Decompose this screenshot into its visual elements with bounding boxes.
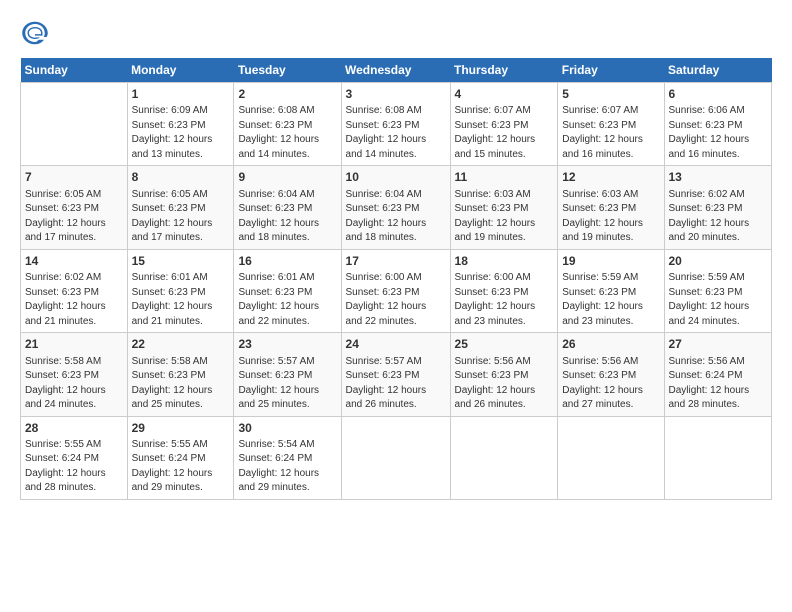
day-number: 30: [238, 420, 336, 437]
table-row: 29Sunrise: 5:55 AMSunset: 6:24 PMDayligh…: [127, 416, 234, 499]
table-row: 21Sunrise: 5:58 AMSunset: 6:23 PMDayligh…: [21, 333, 128, 416]
table-row: 12Sunrise: 6:03 AMSunset: 6:23 PMDayligh…: [558, 166, 664, 249]
day-number: 13: [669, 169, 768, 186]
table-row: [21, 83, 128, 166]
day-number: 21: [25, 336, 123, 353]
day-number: 4: [455, 86, 554, 103]
day-number: 6: [669, 86, 768, 103]
table-row: [664, 416, 772, 499]
table-row: [558, 416, 664, 499]
table-row: [450, 416, 558, 499]
table-row: 4Sunrise: 6:07 AMSunset: 6:23 PMDaylight…: [450, 83, 558, 166]
table-row: 1Sunrise: 6:09 AMSunset: 6:23 PMDaylight…: [127, 83, 234, 166]
day-number: 27: [669, 336, 768, 353]
day-number: 7: [25, 169, 123, 186]
header-cell-wednesday: Wednesday: [341, 58, 450, 83]
table-row: [341, 416, 450, 499]
table-row: 5Sunrise: 6:07 AMSunset: 6:23 PMDaylight…: [558, 83, 664, 166]
day-number: 1: [132, 86, 230, 103]
calendar-body: 1Sunrise: 6:09 AMSunset: 6:23 PMDaylight…: [21, 83, 772, 500]
table-row: 6Sunrise: 6:06 AMSunset: 6:23 PMDaylight…: [664, 83, 772, 166]
week-row-3: 14Sunrise: 6:02 AMSunset: 6:23 PMDayligh…: [21, 249, 772, 332]
table-row: 17Sunrise: 6:00 AMSunset: 6:23 PMDayligh…: [341, 249, 450, 332]
week-row-1: 1Sunrise: 6:09 AMSunset: 6:23 PMDaylight…: [21, 83, 772, 166]
day-number: 29: [132, 420, 230, 437]
week-row-5: 28Sunrise: 5:55 AMSunset: 6:24 PMDayligh…: [21, 416, 772, 499]
day-number: 23: [238, 336, 336, 353]
day-number: 28: [25, 420, 123, 437]
week-row-4: 21Sunrise: 5:58 AMSunset: 6:23 PMDayligh…: [21, 333, 772, 416]
table-header: SundayMondayTuesdayWednesdayThursdayFrid…: [21, 58, 772, 83]
day-number: 17: [346, 253, 446, 270]
table-row: 26Sunrise: 5:56 AMSunset: 6:23 PMDayligh…: [558, 333, 664, 416]
day-number: 26: [562, 336, 659, 353]
day-number: 3: [346, 86, 446, 103]
day-number: 15: [132, 253, 230, 270]
day-number: 16: [238, 253, 336, 270]
table-row: 24Sunrise: 5:57 AMSunset: 6:23 PMDayligh…: [341, 333, 450, 416]
day-number: 24: [346, 336, 446, 353]
table-row: 8Sunrise: 6:05 AMSunset: 6:23 PMDaylight…: [127, 166, 234, 249]
day-number: 12: [562, 169, 659, 186]
logo-icon: [20, 18, 50, 48]
header-cell-sunday: Sunday: [21, 58, 128, 83]
day-number: 22: [132, 336, 230, 353]
page: SundayMondayTuesdayWednesdayThursdayFrid…: [0, 0, 792, 612]
day-number: 5: [562, 86, 659, 103]
table-row: 28Sunrise: 5:55 AMSunset: 6:24 PMDayligh…: [21, 416, 128, 499]
table-row: 15Sunrise: 6:01 AMSunset: 6:23 PMDayligh…: [127, 249, 234, 332]
header-cell-monday: Monday: [127, 58, 234, 83]
day-number: 20: [669, 253, 768, 270]
day-number: 18: [455, 253, 554, 270]
table-row: 2Sunrise: 6:08 AMSunset: 6:23 PMDaylight…: [234, 83, 341, 166]
day-number: 2: [238, 86, 336, 103]
table-row: 13Sunrise: 6:02 AMSunset: 6:23 PMDayligh…: [664, 166, 772, 249]
logo: [20, 18, 53, 48]
table-row: 30Sunrise: 5:54 AMSunset: 6:24 PMDayligh…: [234, 416, 341, 499]
day-number: 25: [455, 336, 554, 353]
header-cell-thursday: Thursday: [450, 58, 558, 83]
table-row: 16Sunrise: 6:01 AMSunset: 6:23 PMDayligh…: [234, 249, 341, 332]
table-row: 11Sunrise: 6:03 AMSunset: 6:23 PMDayligh…: [450, 166, 558, 249]
day-number: 9: [238, 169, 336, 186]
table-row: 27Sunrise: 5:56 AMSunset: 6:24 PMDayligh…: [664, 333, 772, 416]
table-row: 9Sunrise: 6:04 AMSunset: 6:23 PMDaylight…: [234, 166, 341, 249]
table-row: 23Sunrise: 5:57 AMSunset: 6:23 PMDayligh…: [234, 333, 341, 416]
table-row: 22Sunrise: 5:58 AMSunset: 6:23 PMDayligh…: [127, 333, 234, 416]
week-row-2: 7Sunrise: 6:05 AMSunset: 6:23 PMDaylight…: [21, 166, 772, 249]
header-cell-tuesday: Tuesday: [234, 58, 341, 83]
header-cell-friday: Friday: [558, 58, 664, 83]
table-row: 19Sunrise: 5:59 AMSunset: 6:23 PMDayligh…: [558, 249, 664, 332]
day-number: 19: [562, 253, 659, 270]
day-number: 11: [455, 169, 554, 186]
day-number: 10: [346, 169, 446, 186]
header-row: SundayMondayTuesdayWednesdayThursdayFrid…: [21, 58, 772, 83]
calendar-table: SundayMondayTuesdayWednesdayThursdayFrid…: [20, 58, 772, 500]
header-cell-saturday: Saturday: [664, 58, 772, 83]
table-row: 25Sunrise: 5:56 AMSunset: 6:23 PMDayligh…: [450, 333, 558, 416]
table-row: 20Sunrise: 5:59 AMSunset: 6:23 PMDayligh…: [664, 249, 772, 332]
table-row: 3Sunrise: 6:08 AMSunset: 6:23 PMDaylight…: [341, 83, 450, 166]
table-row: 18Sunrise: 6:00 AMSunset: 6:23 PMDayligh…: [450, 249, 558, 332]
header: [20, 18, 772, 48]
table-row: 7Sunrise: 6:05 AMSunset: 6:23 PMDaylight…: [21, 166, 128, 249]
day-number: 14: [25, 253, 123, 270]
table-row: 14Sunrise: 6:02 AMSunset: 6:23 PMDayligh…: [21, 249, 128, 332]
table-row: 10Sunrise: 6:04 AMSunset: 6:23 PMDayligh…: [341, 166, 450, 249]
day-number: 8: [132, 169, 230, 186]
